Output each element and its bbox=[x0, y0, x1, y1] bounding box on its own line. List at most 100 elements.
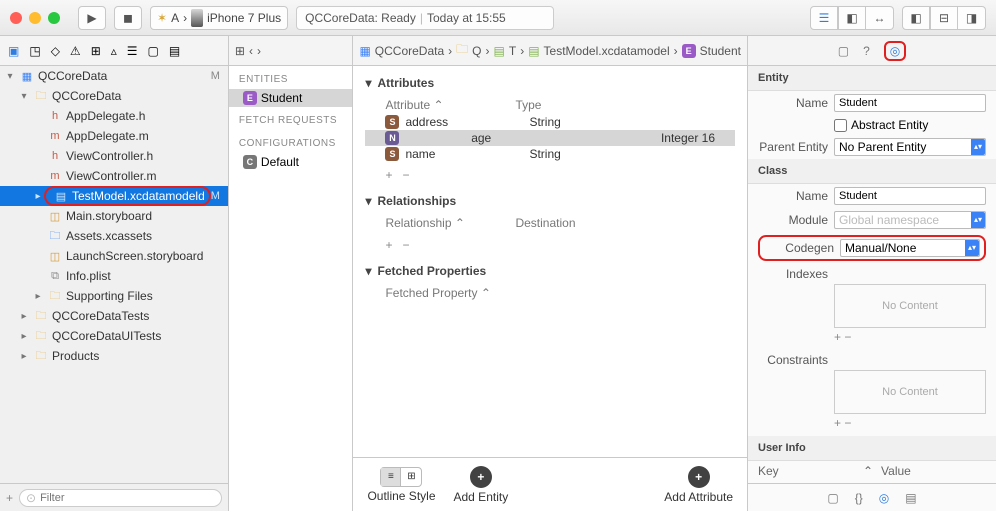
file-template-icon[interactable]: ▢ bbox=[827, 491, 838, 505]
assistant-editor-button[interactable]: ◧ bbox=[838, 6, 866, 30]
file-inspector-icon[interactable]: ▢ bbox=[838, 44, 849, 58]
run-button[interactable]: ▶ bbox=[78, 6, 106, 30]
standard-editor-button[interactable]: ☰ bbox=[810, 6, 838, 30]
source-control-icon[interactable]: ◳ bbox=[29, 44, 40, 58]
toggle-inspector-button[interactable]: ◨ bbox=[958, 6, 986, 30]
attr-add-remove: +− bbox=[365, 162, 735, 188]
symbol-navigator-icon[interactable]: ◇ bbox=[51, 44, 60, 58]
attr-row[interactable]: SnameString bbox=[365, 146, 735, 162]
entity-item[interactable]: EStudent bbox=[229, 89, 353, 107]
toggle-debug-button[interactable]: ⊟ bbox=[930, 6, 958, 30]
relationships-section[interactable]: ▾Relationships bbox=[365, 188, 735, 214]
navigator-pane: ▣ ◳ ◇ ⚠ ⊞ ▵ ☰ ▢ ▤ ▾▦QCCoreDataM ▾🗀QCCore… bbox=[0, 36, 229, 511]
scheme-selector[interactable]: ✶A› iPhone 7 Plus bbox=[150, 6, 288, 30]
tree-file[interactable]: hViewController.h bbox=[0, 146, 228, 166]
red-highlight-model: ▤TestModel.xcdatamodeld bbox=[44, 186, 211, 206]
attr-row-selected[interactable]: NageInteger 16 bbox=[365, 130, 735, 146]
entity-name-field[interactable] bbox=[834, 94, 986, 112]
configuration-item[interactable]: CDefault bbox=[229, 153, 353, 171]
toggle-navigator-button[interactable]: ◧ bbox=[902, 6, 930, 30]
class-name-field[interactable] bbox=[834, 187, 986, 205]
module-select[interactable]: Global namespace▴▾ bbox=[834, 211, 986, 229]
filter-input[interactable] bbox=[40, 492, 215, 504]
tree-file[interactable]: 🗀Assets.xcassets bbox=[0, 226, 228, 246]
stop-button[interactable]: ◼ bbox=[114, 6, 142, 30]
add-entity-button[interactable]: + Add Entity bbox=[454, 466, 509, 504]
value-col: Value bbox=[881, 464, 986, 478]
abstract-checkbox[interactable] bbox=[834, 119, 847, 132]
status-text: QCCoreData: Ready bbox=[305, 11, 416, 25]
datamodel-inspector-icon[interactable]: ◎ bbox=[884, 41, 906, 61]
tree-file[interactable]: hAppDelegate.h bbox=[0, 106, 228, 126]
tree-file[interactable]: ◫Main.storyboard bbox=[0, 206, 228, 226]
tree-folder[interactable]: ▸🗀Products bbox=[0, 346, 228, 366]
version-editor-button[interactable]: ↔ bbox=[866, 6, 894, 30]
codegen-select[interactable]: Manual/None▴▾ bbox=[840, 239, 980, 257]
breakpoint-navigator-icon[interactable]: ▢ bbox=[148, 44, 159, 58]
help-inspector-icon[interactable]: ? bbox=[863, 44, 870, 58]
remove-constraint-button[interactable]: − bbox=[844, 416, 851, 430]
issue-navigator-icon[interactable]: ⊞ bbox=[91, 44, 101, 58]
tree-folder[interactable]: ▸🗀QCCoreDataTests bbox=[0, 306, 228, 326]
add-rel-button[interactable]: + bbox=[385, 238, 392, 252]
forward-button[interactable]: › bbox=[257, 44, 261, 58]
parent-entity-select[interactable]: No Parent Entity▴▾ bbox=[834, 138, 986, 156]
code-snippet-icon[interactable]: {} bbox=[855, 491, 863, 505]
debug-navigator-icon[interactable]: ☰ bbox=[127, 44, 138, 58]
editor-nav: ⊞ ‹ › bbox=[229, 36, 353, 66]
report-navigator-icon[interactable]: ▤ bbox=[169, 44, 180, 58]
attr-row[interactable]: SaddressString bbox=[365, 114, 735, 130]
remove-rel-button[interactable]: − bbox=[402, 238, 409, 252]
remove-attr-button[interactable]: − bbox=[402, 168, 409, 182]
editor-mode-group: ☰ ◧ ↔ bbox=[810, 6, 894, 30]
key-col: Key bbox=[758, 464, 863, 478]
filter-icon: ⊙ bbox=[26, 491, 36, 505]
navigator-selector: ▣ ◳ ◇ ⚠ ⊞ ▵ ☰ ▢ ▤ bbox=[0, 36, 228, 66]
test-navigator-icon[interactable]: ▵ bbox=[111, 44, 117, 58]
name-label: Name bbox=[758, 96, 828, 110]
zoom-window-button[interactable] bbox=[48, 12, 60, 24]
project-tree[interactable]: ▾▦QCCoreDataM ▾🗀QCCoreData hAppDelegate.… bbox=[0, 66, 228, 483]
fetch-requests-header: FETCH REQUESTS bbox=[229, 107, 353, 130]
tree-group[interactable]: ▾🗀QCCoreData bbox=[0, 86, 228, 106]
add-button[interactable]: + bbox=[6, 491, 13, 505]
related-icon[interactable]: ⊞ bbox=[235, 44, 245, 58]
library-selector: ▢ {} ◎ ▤ bbox=[748, 483, 996, 511]
editor-pane: ▦QCCoreData› 🗀Q› ▤T› ▤TestModel.xcdatamo… bbox=[353, 36, 748, 511]
minimize-window-button[interactable] bbox=[29, 12, 41, 24]
tree-folder[interactable]: ▸🗀Supporting Files bbox=[0, 286, 228, 306]
parent-label: Parent Entity bbox=[758, 140, 828, 154]
tree-folder[interactable]: ▸🗀QCCoreDataUITests bbox=[0, 326, 228, 346]
attr-col-headers: Attribute ⌃Type bbox=[365, 96, 735, 114]
tree-file-selected[interactable]: ▸ ▤TestModel.xcdatamodeld M bbox=[0, 186, 228, 206]
indexes-label: Indexes bbox=[758, 267, 828, 281]
entities-pane: ⊞ ‹ › ENTITIES EStudent FETCH REQUESTS C… bbox=[229, 36, 354, 511]
attributes-section[interactable]: ▾Attributes bbox=[365, 70, 735, 96]
outline-style-button[interactable]: ≡⊞ Outline Style bbox=[367, 467, 435, 503]
add-constraint-button[interactable]: + bbox=[834, 416, 841, 430]
fp-col-headers: Fetched Property ⌃ bbox=[365, 284, 735, 302]
add-index-button[interactable]: + bbox=[834, 330, 841, 344]
tree-file[interactable]: ⧉Info.plist bbox=[0, 266, 228, 286]
close-window-button[interactable] bbox=[10, 12, 22, 24]
tree-file[interactable]: mViewController.m bbox=[0, 166, 228, 186]
breadcrumb[interactable]: ▦QCCoreData› 🗀Q› ▤T› ▤TestModel.xcdatamo… bbox=[353, 36, 747, 66]
tree-file[interactable]: mAppDelegate.m bbox=[0, 126, 228, 146]
media-library-icon[interactable]: ▤ bbox=[905, 491, 916, 505]
project-navigator-icon[interactable]: ▣ bbox=[8, 44, 19, 58]
userinfo-section-header: User Info bbox=[748, 436, 996, 461]
fetched-section[interactable]: ▾Fetched Properties bbox=[365, 258, 735, 284]
filter-field[interactable]: ⊙ bbox=[19, 489, 222, 507]
entities-header: ENTITIES bbox=[229, 66, 353, 89]
find-navigator-icon[interactable]: ⚠ bbox=[70, 44, 81, 58]
indexes-empty: No Content bbox=[834, 284, 986, 328]
remove-index-button[interactable]: − bbox=[844, 330, 851, 344]
tree-root[interactable]: ▾▦QCCoreDataM bbox=[0, 66, 228, 86]
tree-file[interactable]: ◫LaunchScreen.storyboard bbox=[0, 246, 228, 266]
inspector-pane: ▢ ? ◎ Entity Name Abstract Entity Parent… bbox=[748, 36, 996, 511]
object-library-icon[interactable]: ◎ bbox=[879, 491, 889, 505]
back-button[interactable]: ‹ bbox=[249, 44, 253, 58]
add-attribute-button[interactable]: + Add Attribute bbox=[664, 466, 733, 504]
style-segment[interactable]: ≡⊞ bbox=[380, 467, 422, 487]
add-attr-button[interactable]: + bbox=[385, 168, 392, 182]
